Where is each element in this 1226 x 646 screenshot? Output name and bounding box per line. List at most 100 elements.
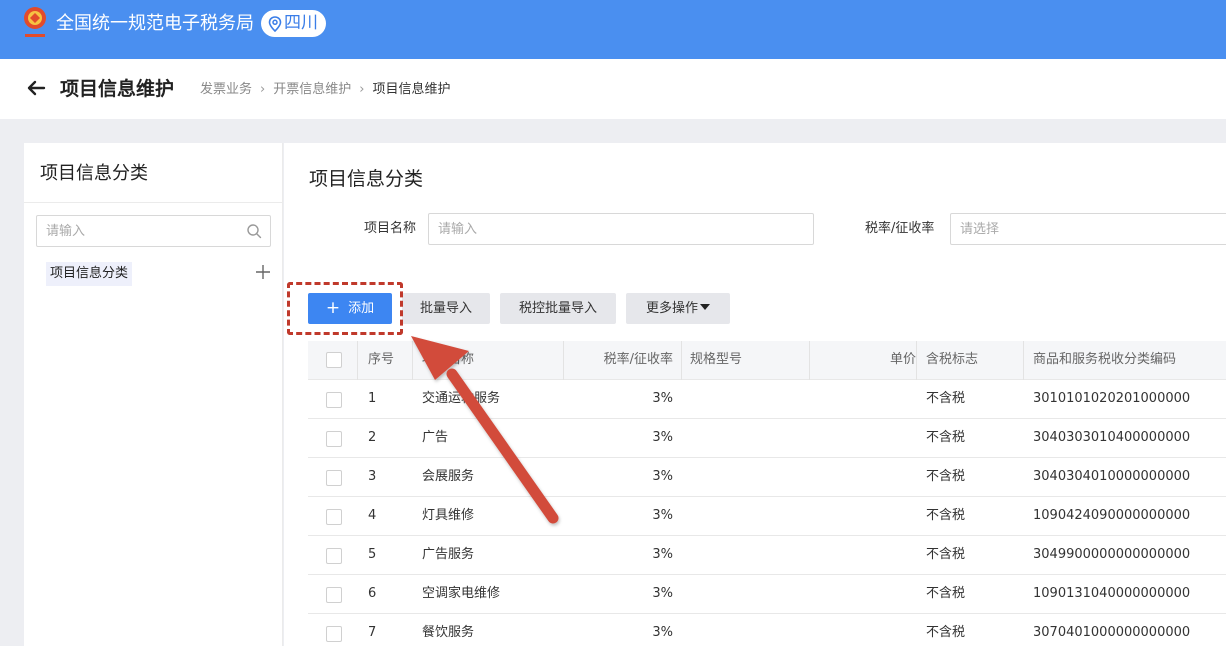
row-checkbox[interactable]: [326, 587, 342, 603]
header-tax-rate: 税率/征收率: [603, 352, 673, 367]
region-selector[interactable]: 四川: [261, 10, 326, 37]
divider: [24, 202, 283, 203]
cell-tax-included: 不含税: [926, 391, 966, 406]
table-row[interactable]: 6 空调家电维修 3% 不含税 1090131040000000000: [308, 575, 1226, 614]
row-checkbox[interactable]: [326, 392, 342, 408]
cell-tax-rate: 3%: [652, 391, 673, 406]
rate-filter: [950, 213, 1226, 245]
table-row[interactable]: 5 广告服务 3% 不含税 3049900000000000000: [308, 536, 1226, 575]
section-title: 项目信息分类: [309, 168, 424, 190]
tree-node-category[interactable]: 项目信息分类: [46, 262, 133, 286]
cell-tax-included: 不含税: [926, 469, 966, 484]
row-checkbox[interactable]: [326, 431, 342, 447]
caret-down-icon: [700, 304, 710, 310]
add-category-icon[interactable]: [255, 264, 271, 280]
name-filter-input[interactable]: [429, 214, 813, 244]
chevron-right-icon: ›: [359, 82, 365, 97]
name-filter-label: 项目名称: [364, 221, 417, 236]
rate-filter-select[interactable]: [951, 214, 1226, 244]
cell-tax-code: 3040304010000000000: [1033, 469, 1191, 484]
back-arrow-icon[interactable]: [26, 78, 46, 98]
cell-index: 4: [368, 508, 377, 523]
cell-index: 3: [368, 469, 377, 484]
taxctrl-batch-import-button[interactable]: 税控批量导入: [500, 293, 616, 324]
cell-index: 5: [368, 547, 377, 562]
cell-tax-code: 3070401000000000000: [1033, 625, 1191, 640]
page-title: 项目信息维护: [60, 78, 175, 100]
breadcrumb-item-invoice-info[interactable]: 开票信息维护: [273, 80, 351, 100]
table-row[interactable]: 2 广告 3% 不含税 3040303010400000000: [308, 419, 1226, 458]
cell-tax-included: 不含税: [926, 586, 966, 601]
cell-tax-code: 1090424090000000000: [1033, 508, 1191, 523]
breadcrumb-item-current: 项目信息维护: [372, 82, 451, 97]
app-title: 全国统一规范电子税务局: [56, 13, 254, 34]
row-checkbox[interactable]: [326, 548, 342, 564]
row-checkbox[interactable]: [326, 470, 342, 486]
cell-tax-rate: 3%: [652, 508, 673, 523]
annotation-highlight-box: [287, 282, 403, 335]
table-row[interactable]: 4 灯具维修 3% 不含税 1090424090000000000: [308, 497, 1226, 536]
row-checkbox[interactable]: [326, 626, 342, 642]
batch-import-button[interactable]: 批量导入: [402, 293, 490, 324]
cell-tax-included: 不含税: [926, 508, 966, 523]
cell-index: 2: [368, 430, 377, 445]
cell-index: 6: [368, 586, 377, 601]
cell-tax-code: 3049900000000000000: [1033, 547, 1191, 562]
table-row[interactable]: 3 会展服务 3% 不含税 3040304010000000000: [308, 458, 1226, 497]
cell-tax-rate: 3%: [652, 586, 673, 601]
table-row[interactable]: 7 餐饮服务 3% 不含税 3070401000000000000: [308, 614, 1226, 646]
cell-tax-included: 不含税: [926, 625, 966, 640]
header-spec-model: 规格型号: [690, 352, 743, 367]
more-actions-button[interactable]: 更多操作: [626, 293, 730, 324]
column-divider: [809, 341, 810, 380]
table-row[interactable]: 1 交通运输服务 3% 不含税 3010101020201000000: [308, 380, 1226, 419]
cell-item-name: 空调家电维修: [422, 586, 501, 601]
sidebar-title: 项目信息分类: [40, 163, 148, 184]
search-icon[interactable]: [246, 223, 262, 239]
cell-item-name: 广告: [422, 430, 449, 445]
cell-item-name: 交通运输服务: [422, 391, 501, 406]
region-label: 四川: [284, 13, 318, 33]
cell-item-name: 灯具维修: [422, 508, 475, 523]
cell-tax-included: 不含税: [926, 547, 966, 562]
row-checkbox[interactable]: [326, 509, 342, 525]
page-header: [0, 59, 1226, 119]
cell-tax-rate: 3%: [652, 469, 673, 484]
more-actions-label: 更多操作: [645, 301, 698, 316]
rate-filter-label: 税率/征收率: [865, 221, 935, 236]
top-bar: 全国统一规范电子税务局 四川: [0, 0, 1226, 59]
chevron-right-icon: ›: [260, 82, 266, 97]
cell-item-name: 餐饮服务: [422, 625, 475, 640]
header-tax-included: 含税标志: [926, 352, 979, 367]
header-index: 序号: [368, 352, 395, 367]
cell-tax-code: 3040303010400000000: [1033, 430, 1191, 445]
header-tax-code: 商品和服务税收分类编码: [1033, 352, 1177, 367]
column-divider: [412, 341, 413, 380]
header-item-name: 项目名称: [422, 352, 475, 367]
cell-tax-code: 3010101020201000000: [1033, 391, 1191, 406]
column-divider: [563, 341, 564, 380]
cell-item-name: 广告服务: [422, 547, 475, 562]
location-pin-icon: [268, 15, 282, 32]
table-header: 序号 项目名称 税率/征收率 规格型号 单价 含税标志 商品和服务税收分类编码: [308, 341, 1226, 380]
select-all-checkbox[interactable]: [326, 352, 342, 368]
cell-tax-rate: 3%: [652, 547, 673, 562]
cell-tax-code: 1090131040000000000: [1033, 586, 1191, 601]
breadcrumb-item-invoice[interactable]: 发票业务: [200, 80, 252, 100]
tax-emblem-logo: [24, 7, 46, 37]
header-unit-price: 单价: [889, 352, 916, 367]
category-search: [36, 215, 271, 247]
category-sidebar: 项目信息分类 项目信息分类: [24, 143, 283, 646]
column-divider: [1023, 341, 1024, 380]
cell-tax-rate: 3%: [652, 625, 673, 640]
column-divider: [357, 341, 358, 380]
breadcrumb: 发票业务 › 开票信息维护 › 项目信息维护: [200, 80, 450, 100]
cell-index: 1: [368, 391, 377, 406]
category-search-input[interactable]: [37, 216, 237, 246]
column-divider: [681, 341, 682, 380]
column-divider: [916, 341, 917, 380]
cell-index: 7: [368, 625, 377, 640]
cell-tax-included: 不含税: [926, 430, 966, 445]
cell-item-name: 会展服务: [422, 469, 475, 484]
name-filter: [428, 213, 814, 245]
